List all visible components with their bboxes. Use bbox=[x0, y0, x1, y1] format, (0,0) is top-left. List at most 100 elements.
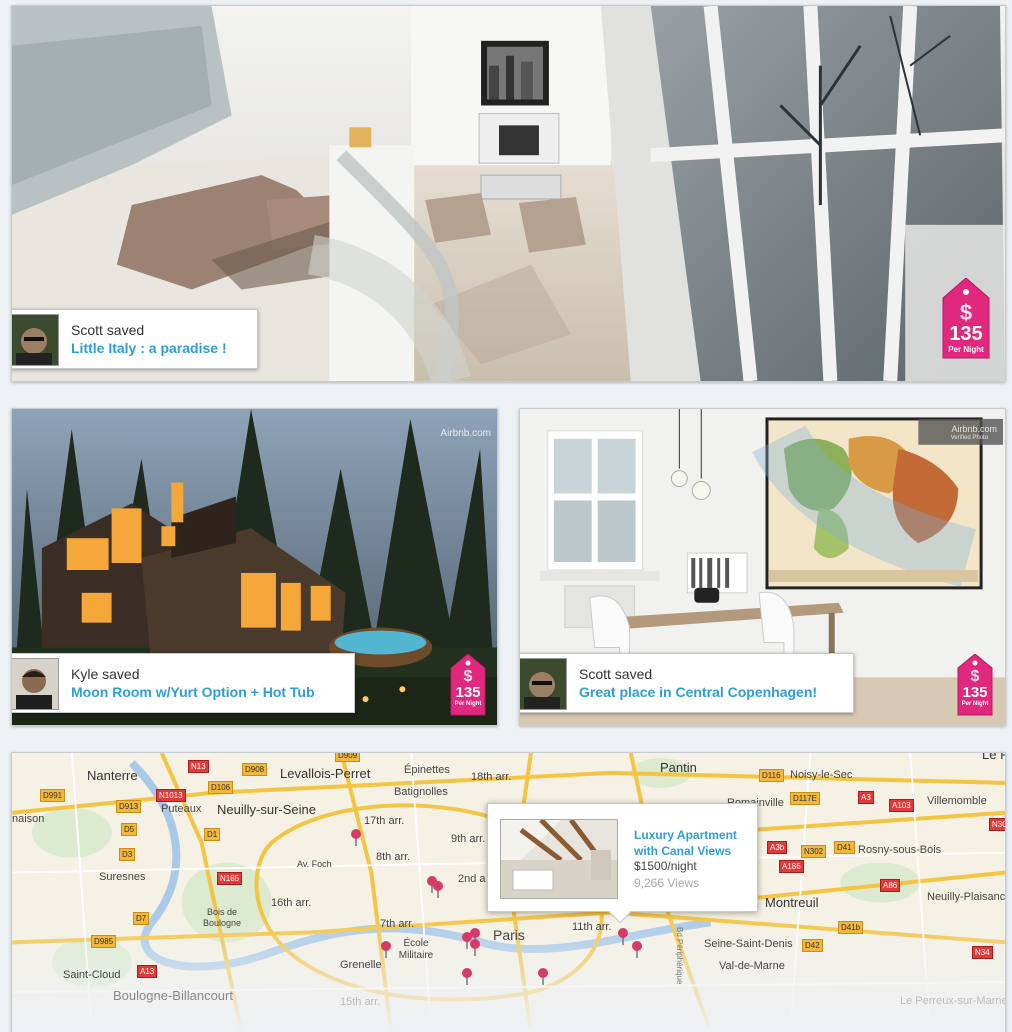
map-pin[interactable] bbox=[469, 938, 481, 956]
popup-price: $1500/night bbox=[634, 859, 697, 873]
listing-title-link[interactable]: Little Italy : a paradise ! bbox=[71, 340, 227, 356]
map-label: Saint-Cloud bbox=[63, 969, 121, 981]
map-pin[interactable] bbox=[617, 927, 629, 945]
road-badge: D7 bbox=[133, 912, 150, 925]
map-label: 15th arr. bbox=[340, 996, 381, 1008]
road-badge: A3b bbox=[767, 841, 788, 854]
road-badge: D106 bbox=[208, 781, 234, 794]
map-label: Levallois-Perret bbox=[280, 766, 371, 781]
airbnb-watermark: Airbnb.com bbox=[951, 424, 997, 434]
map-label: Montreuil bbox=[765, 895, 819, 910]
road-badge: D913 bbox=[116, 800, 142, 813]
saved-by-box[interactable]: Scott saved Great place in Central Copen… bbox=[520, 653, 854, 713]
road-badge: D985 bbox=[91, 935, 117, 948]
map-pin[interactable] bbox=[432, 880, 444, 898]
map-label: naison bbox=[12, 813, 45, 825]
map-label: Neuilly-sur-Seine bbox=[217, 802, 316, 817]
saver-name: Scott saved bbox=[579, 666, 653, 682]
road-badge: A86 bbox=[880, 879, 901, 892]
map-label: 2nd a bbox=[458, 873, 486, 885]
map-listing-popup[interactable]: Luxury Apartment with Canal Views $1500/… bbox=[487, 803, 758, 924]
price-tag: $ 135 Per Night bbox=[941, 278, 991, 360]
listing-card-moon-room[interactable]: Airbnb.com Kyle saved Moon Room w/Yurt O… bbox=[11, 408, 498, 726]
map-label: Boulogne-Billancourt bbox=[113, 988, 233, 1003]
road-badge: A3 bbox=[858, 791, 874, 804]
user-avatar[interactable] bbox=[520, 658, 567, 710]
popup-thumbnail[interactable] bbox=[500, 819, 618, 899]
map-pin[interactable] bbox=[537, 967, 549, 985]
verified-photo-label: Verified Photo bbox=[950, 435, 988, 441]
map-label: Le Perreux-sur-Marne bbox=[900, 995, 1006, 1007]
map-pin[interactable] bbox=[461, 967, 473, 985]
listing-title-link[interactable]: Moon Room w/Yurt Option + Hot Tub bbox=[71, 684, 315, 700]
listing-card-little-italy[interactable]: Scott saved Little Italy : a paradise ! … bbox=[11, 5, 1006, 382]
map-label-paris: Paris bbox=[493, 927, 525, 943]
saved-by-box[interactable]: Kyle saved Moon Room w/Yurt Option + Hot… bbox=[12, 653, 355, 713]
map-label: 17th arr. bbox=[364, 815, 405, 827]
map-label: Pantin bbox=[660, 760, 697, 775]
popup-views: 9,266 Views bbox=[634, 876, 700, 890]
per-night-label: Per Night bbox=[961, 701, 989, 707]
map-pin[interactable] bbox=[350, 828, 362, 846]
map-label: Av. Foch bbox=[297, 859, 332, 869]
map-label: Puteaux bbox=[161, 803, 202, 815]
road-badge: N1013 bbox=[156, 789, 186, 802]
map-label: Bois de Boulogne bbox=[202, 907, 242, 928]
price-tag: $ 135 Per Night bbox=[449, 654, 487, 716]
road-badge: N34 bbox=[972, 946, 993, 959]
map-label: Noisy-le-Sec bbox=[790, 769, 853, 781]
map-label: Le R bbox=[982, 752, 1005, 762]
road-badge: D908 bbox=[242, 763, 268, 776]
map-label: Neuilly-Plaisance bbox=[927, 891, 1006, 903]
user-avatar[interactable] bbox=[12, 314, 59, 366]
road-badge: N185 bbox=[217, 872, 243, 885]
road-badge: D909 bbox=[335, 753, 361, 762]
road-badge: D117E bbox=[790, 792, 820, 805]
listing-card-copenhagen[interactable]: Airbnb.com Verified Photo Scott saved Gr… bbox=[519, 408, 1006, 726]
price-tag: $ 135 Per Night bbox=[956, 654, 994, 716]
road-badge: A103 bbox=[889, 799, 914, 812]
road-badge: D41b bbox=[838, 921, 864, 934]
map-label: Épinettes bbox=[404, 764, 450, 776]
price-amount: 135 bbox=[949, 323, 983, 345]
per-night-label: Per Night bbox=[454, 701, 482, 707]
map-label: 9th arr. bbox=[451, 833, 486, 845]
map-label: École Militaire bbox=[398, 938, 434, 961]
listing-title-link[interactable]: Great place in Central Copenhagen! bbox=[579, 684, 817, 700]
road-badge: D991 bbox=[40, 789, 66, 802]
road-badge: D41 bbox=[834, 841, 855, 854]
road-badge: D42 bbox=[802, 939, 823, 952]
map-label: 11th arr. bbox=[572, 921, 612, 933]
price-amount: 135 bbox=[962, 684, 988, 701]
map-label: 18th arr. bbox=[471, 771, 512, 783]
road-badge: D116 bbox=[759, 769, 784, 782]
user-avatar[interactable] bbox=[12, 658, 59, 710]
map-label: 7th arr. bbox=[380, 918, 415, 930]
price-amount: 135 bbox=[455, 684, 481, 701]
map-label: Villemomble bbox=[927, 795, 987, 807]
map-pin[interactable] bbox=[631, 940, 643, 958]
road-badge: N30 bbox=[989, 818, 1005, 831]
map-label: Nanterre bbox=[87, 768, 138, 783]
map-label: Batignolles bbox=[394, 786, 448, 798]
map-label: Suresnes bbox=[99, 871, 146, 883]
saved-by-box[interactable]: Scott saved Little Italy : a paradise ! bbox=[12, 309, 258, 369]
saver-name: Scott saved bbox=[71, 322, 145, 338]
map-label: 8th arr. bbox=[376, 851, 411, 863]
per-night-label: Per Night bbox=[948, 345, 984, 354]
map-label: 16th arr. bbox=[271, 897, 312, 909]
map-label: Val-de-Marne bbox=[719, 960, 785, 972]
road-badge: N302 bbox=[801, 845, 827, 858]
map-label: Seine-Saint-Denis bbox=[704, 938, 793, 950]
map-label: Bd Périphérique bbox=[675, 927, 684, 985]
airbnb-watermark: Airbnb.com bbox=[440, 428, 491, 439]
popup-title-link[interactable]: Luxury Apartment with Canal Views bbox=[634, 827, 754, 859]
map-label: Grenelle bbox=[340, 959, 382, 971]
road-badge: D5 bbox=[121, 823, 138, 836]
map-label: Rosny-sous-Bois bbox=[858, 844, 942, 856]
road-badge: D1 bbox=[204, 828, 221, 841]
road-badge: A186 bbox=[779, 860, 804, 873]
road-badge: D3 bbox=[119, 848, 136, 861]
road-badge: A13 bbox=[137, 965, 158, 978]
map-pin[interactable] bbox=[380, 940, 392, 958]
